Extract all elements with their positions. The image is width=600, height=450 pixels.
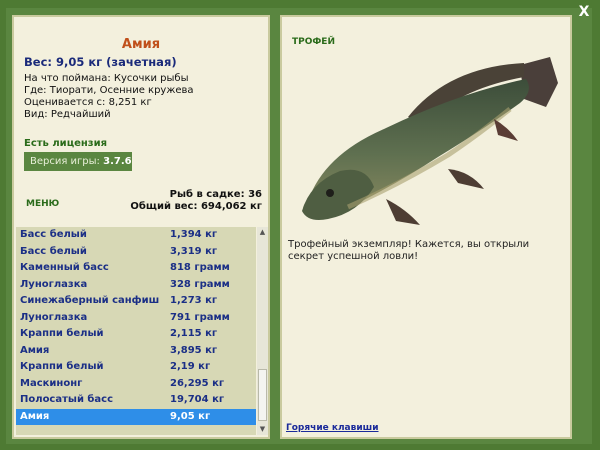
fish-count: Рыб в садке: 36 [169,189,262,200]
catch-list-row[interactable]: Синежаберный санфиш 1,273 кг [16,293,256,310]
catch-fish-name: Маскинонг [20,377,83,389]
catch-list-row[interactable]: Луноглазка 791 грамм [16,310,256,327]
fish-kind: Вид: Редчайший [24,109,111,120]
catch-fish-weight: 3,895 кг [170,344,218,356]
fish-name: Амия [121,37,161,52]
catch-fish-name: Луноглазка [20,311,88,323]
scroll-up-arrow-icon[interactable]: ▲ [257,227,268,238]
catch-fish-weight: 818 грамм [170,262,230,273]
catch-fish-weight: 19,704 кг [170,394,225,405]
catch-fish-weight: 3,319 кг [170,245,218,257]
catch-fish-name: Полосатый басс [20,394,114,405]
scroll-thumb[interactable] [258,369,267,421]
catch-fish-weight: 328 грамм [170,278,230,290]
catch-list-row[interactable]: Луноглазка 328 грамм [16,277,256,294]
catch-list-row[interactable]: Амия 9,05 кг [16,408,256,425]
bowfin-fish-image [302,57,558,225]
trophy-label: ТРОФЕЙ [292,37,335,47]
catch-fish-weight: 1,394 кг [170,229,218,240]
catch-fish-weight: 791 грамм [170,311,230,323]
catch-fish-name: Луноглазка [20,278,88,290]
catch-fish-weight: 2,115 кг [170,328,218,339]
version-value: 3.7.6 [103,156,132,167]
catch-list-row[interactable]: Каменный басс 818 грамм [16,260,256,277]
trophy-panel: ТРОФЕЙ Трофейный экземпляр! Кажется, вы … [280,15,572,439]
catch-fish-weight: 9,05 кг [170,410,211,422]
scroll-down-arrow-icon[interactable]: ▼ [257,424,268,435]
catch-fish-name: Краппи белый [20,328,104,339]
fish-info-panel: Амия Вес: 9,05 кг (зачетная) На что пойм… [12,15,270,439]
catch-fish-name: Басс белый [20,229,87,240]
trophy-message: Трофейный экземпляр! Кажется, вы открыли… [288,239,530,262]
fish-location: Где: Тиорати, Осенние кружева [24,85,194,96]
license-status: Есть лицензия [24,138,108,149]
catch-list-row[interactable]: Амия 3,895 кг [16,343,256,360]
catch-list-row[interactable]: Краппи белый 2,115 кг [16,326,256,343]
fish-value: Оценивается с: 8,251 кг [24,97,152,108]
catch-fish-weight: 26,295 кг [170,377,225,389]
close-button[interactable]: X [576,4,592,20]
catch-fish-name: Каменный басс [20,262,109,273]
version-bar: Версия игры: 3.7.6 [24,152,132,171]
catch-stats: Рыб в садке: 36 Общий вес: 694,062 кг [130,189,262,213]
fish-weight: Вес: 9,05 кг (зачетная) [24,55,177,69]
catch-fish-name: Синежаберный санфиш [20,295,160,306]
catch-list-row[interactable]: Краппи белый 2,19 кг [16,359,256,376]
catch-fish-weight: 2,19 кг [170,361,211,372]
catch-fish-weight: 1,273 кг [170,295,218,306]
catch-fish-name: Краппи белый [20,361,104,372]
catch-fish-name: Амия [20,410,50,422]
catch-list-row[interactable]: Полосатый басс 19,704 кг [16,392,256,409]
catch-list-row[interactable]: Маскинонг 26,295 кг [16,376,256,393]
catch-list-row[interactable]: Басс белый 3,319 кг [16,244,256,261]
version-label: Версия игры: [30,156,100,167]
fish-bait: На что поймана: Кусочки рыбы [24,73,189,84]
catch-list-row[interactable]: Басс белый 1,394 кг [16,227,256,244]
catch-list[interactable]: Басс белый 1,394 кг Басс белый 3,319 кг Каме… [16,227,256,435]
catch-fish-name: Басс белый [20,245,87,257]
catch-list-scrollbar[interactable]: ▲ ▼ [257,227,268,435]
catch-fish-name: Амия [20,344,50,356]
total-weight: Общий вес: 694,062 кг [130,201,262,212]
menu-button[interactable]: МЕНЮ [26,199,59,209]
hotkeys-link[interactable]: Горячие клавиши [286,423,379,433]
